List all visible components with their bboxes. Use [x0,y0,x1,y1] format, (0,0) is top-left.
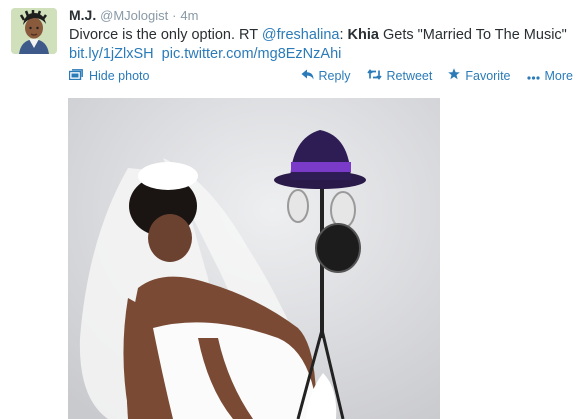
reply-arrow-icon [301,69,314,83]
tweet-text-colon: : [339,27,348,43]
tweet-text-part: Divorce is the only option. RT [69,27,262,43]
photo-icon [68,69,83,83]
hide-photo-button[interactable]: Hide photo [68,69,150,83]
tweet-text-part: Gets "Married To The Music" [378,27,567,43]
tweet-header: M.J. @MJologist · 4m [69,7,198,23]
tweet-actions: Reply Retweet Favorite More [301,68,573,83]
hide-photo-label: Hide photo [89,69,150,83]
separator-dot: · [172,8,177,23]
ellipsis-icon [526,69,540,83]
retweet-button[interactable]: Retweet [366,68,433,83]
favorite-label: Favorite [465,68,511,83]
star-icon [448,68,461,83]
tweet-bold-text: Khia [347,27,379,43]
more-label: More [544,68,573,83]
user-handle[interactable]: @MJologist [100,8,168,23]
tweet-timestamp[interactable]: 4m [180,8,198,23]
display-name[interactable]: M.J. [69,7,96,23]
mention-link[interactable]: @freshalina [262,27,340,43]
more-button[interactable]: More [526,68,573,83]
short-url-link[interactable]: bit.ly/1jZlxSH [69,46,154,62]
tweet: M.J. @MJologist · 4m Divorce is the only… [0,0,587,419]
retweet-label: Retweet [386,68,433,83]
avatar[interactable] [11,8,57,54]
pic-url-link[interactable]: pic.twitter.com/mg8EzNzAhi [162,46,342,62]
favorite-button[interactable]: Favorite [448,68,511,83]
reply-button[interactable]: Reply [301,68,351,83]
tweet-text: Divorce is the only option. RT @freshali… [69,26,579,64]
reply-label: Reply [318,68,351,83]
retweet-icon [366,68,382,83]
tweet-photo[interactable] [68,98,440,419]
